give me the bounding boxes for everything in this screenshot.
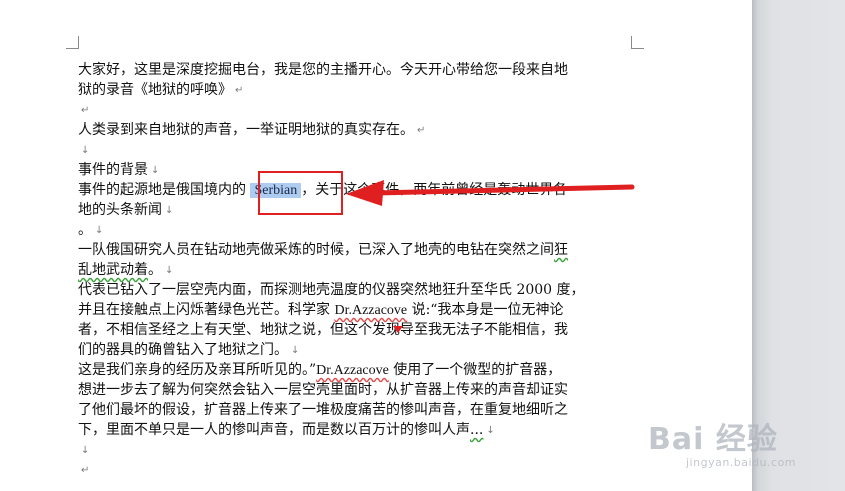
- line-break-mark-icon: ↓: [151, 165, 160, 176]
- text-run[interactable]: Dr.Azzacove: [334, 303, 407, 318]
- text-line[interactable]: ↓: [78, 140, 634, 160]
- text-line[interactable]: 想进一步去了解为何突然会钻入一层空壳里面时，从扩音器上传来的声音却证实: [78, 380, 634, 400]
- text-run[interactable]: Dr.Azzacove: [316, 363, 389, 378]
- watermark-url: jingyan.baidu.com: [686, 456, 797, 469]
- baidu-watermark: Bai 经验 jingyan.baidu.com: [648, 414, 828, 474]
- text-run[interactable]: 。: [148, 262, 162, 278]
- text-run[interactable]: 。: [78, 222, 92, 238]
- text-line[interactable]: 一队俄国研究人员在钻动地壳做采炼的时候，已深入了地壳的电钻在突然之间狂: [78, 240, 634, 260]
- text-run[interactable]: 下，里面不单只是一人的惨叫声音，而是数以百万计的惨叫人声: [78, 422, 470, 438]
- line-break-mark-icon: ↓: [165, 205, 174, 216]
- text-run[interactable]: 并且在接触点上闪烁著绿色光芒。科学家: [78, 302, 334, 318]
- paragraph-mark-icon: ↵: [417, 125, 426, 136]
- document-body[interactable]: 大家好，这里是深度挖掘电台，我是您的主播开心。今天开心带给您一段来自地 狱的录音《…: [78, 60, 634, 480]
- text-line[interactable]: 这是我们亲身的经历及亲耳所听见的。”Dr.Azzacove 使用了一个微型的扩音…: [78, 360, 634, 380]
- text-run[interactable]: 事件的起源地是俄国境内的: [78, 182, 250, 198]
- text-run[interactable]: 地的头条新闻: [78, 202, 162, 218]
- text-line[interactable]: 乱地武动着。 ↓: [78, 260, 634, 280]
- text-run[interactable]: ...: [470, 422, 483, 438]
- text-line[interactable]: 人类录到来自地狱的声音，一举证明地狱的真实存在。 ↵: [78, 120, 634, 140]
- text-run[interactable]: 者，不相信圣经之上有天堂、地狱之说，但这个发现导至我无法子不能相信，我: [78, 322, 568, 338]
- text-line[interactable]: ↓: [78, 440, 634, 460]
- crop-mark-top-left: [66, 36, 79, 49]
- text-run[interactable]: 们的器具的确曾钻入了地狱之门。: [78, 342, 288, 358]
- text-line[interactable]: 下，里面不单只是一人的惨叫声音，而是数以百万计的惨叫人声... ↓: [78, 420, 634, 440]
- text-line[interactable]: 事件的背景 ↓: [78, 160, 634, 180]
- line-break-mark-icon: ↓: [291, 345, 300, 356]
- crop-mark-top-right: [631, 36, 644, 49]
- text-line[interactable]: ↵: [78, 100, 634, 120]
- text-run[interactable]: 大家好，这里是深度挖掘电台，我是您的主播开心。今天开心带给您一段来自地: [78, 62, 568, 78]
- paragraph-mark-icon: ↵: [81, 465, 90, 476]
- text-line[interactable]: 代表已钻入了一层空壳内面，而探测地壳温度的仪器突然地狂升至华氏 2000 度，: [78, 280, 634, 300]
- text-run[interactable]: 狂: [554, 242, 568, 258]
- text-run[interactable]: 狱的录音《地狱的呼唤》: [78, 82, 232, 98]
- text-run[interactable]: 代表已钻入了一层空壳内面，而探测地壳温度的仪器突然地狂升至华氏 2000 度，: [78, 282, 585, 298]
- paragraph-mark-icon: ↵: [81, 105, 90, 116]
- text-line[interactable]: 地的头条新闻 ↓: [78, 200, 634, 220]
- text-run[interactable]: 一队俄国研究人员在钻动地壳做采炼的时候，已深入了地壳的电钻在突然之间: [78, 242, 554, 258]
- text-line[interactable]: 大家好，这里是深度挖掘电台，我是您的主播开心。今天开心带给您一段来自地: [78, 60, 634, 80]
- annotation-highlight-box: [258, 171, 343, 215]
- text-run[interactable]: 这是我们亲身的经历及亲耳所听见的。”: [78, 362, 316, 378]
- text-line[interactable]: 了他们最坏的假设，扩音器上传来了一堆极度痛苦的惨叫声音，在重复地细听之: [78, 400, 634, 420]
- text-run[interactable]: 想进一步去了解为何突然会钻入一层空壳里面时，从扩音器上传来的声音却证实: [78, 382, 568, 398]
- text-line[interactable]: 们的器具的确曾钻入了地狱之门。 ↓: [78, 340, 634, 360]
- text-run[interactable]: 说:“我本身是一位无神论: [407, 302, 564, 318]
- line-break-mark-icon: ↓: [81, 445, 90, 456]
- text-line[interactable]: 者，不相信圣经之上有天堂、地狱之说，但这个发现导至我无法子不能相信，我: [78, 320, 634, 340]
- text-run[interactable]: 事件的背景: [78, 162, 148, 178]
- text-run[interactable]: 人类录到来自地狱的声音，一举证明地狱的真实存在。: [78, 122, 414, 138]
- text-line[interactable]: ↵: [78, 460, 634, 480]
- paragraph-mark-icon: ↵: [235, 85, 244, 96]
- text-run[interactable]: 了他们最坏的假设，扩音器上传来了一堆极度痛苦的惨叫声音，在重复地细听之: [78, 402, 568, 418]
- text-line[interactable]: 并且在接触点上闪烁著绿色光芒。科学家 Dr.Azzacove 说:“我本身是一位…: [78, 300, 634, 320]
- line-break-mark-icon: ↓: [81, 145, 90, 156]
- text-line[interactable]: 狱的录音《地狱的呼唤》 ↵: [78, 80, 634, 100]
- line-break-mark-icon: ↓: [95, 225, 104, 236]
- line-break-mark-icon: ↓: [486, 425, 495, 436]
- line-break-mark-icon: ↓: [165, 265, 174, 276]
- text-line[interactable]: 事件的起源地是俄国境内的 Serbian ，关于这个事件，两年前曾经是轰动世界各: [78, 180, 634, 200]
- document-page[interactable]: 大家好，这里是深度挖掘电台，我是您的主播开心。今天开心带给您一段来自地 狱的录音《…: [0, 0, 752, 491]
- text-line[interactable]: 。 ↓: [78, 220, 634, 240]
- text-run[interactable]: 使用了一个微型的扩音器，: [389, 362, 561, 378]
- watermark-logo: Bai 经验: [648, 422, 778, 457]
- text-run[interactable]: 乱地武动着: [78, 262, 148, 278]
